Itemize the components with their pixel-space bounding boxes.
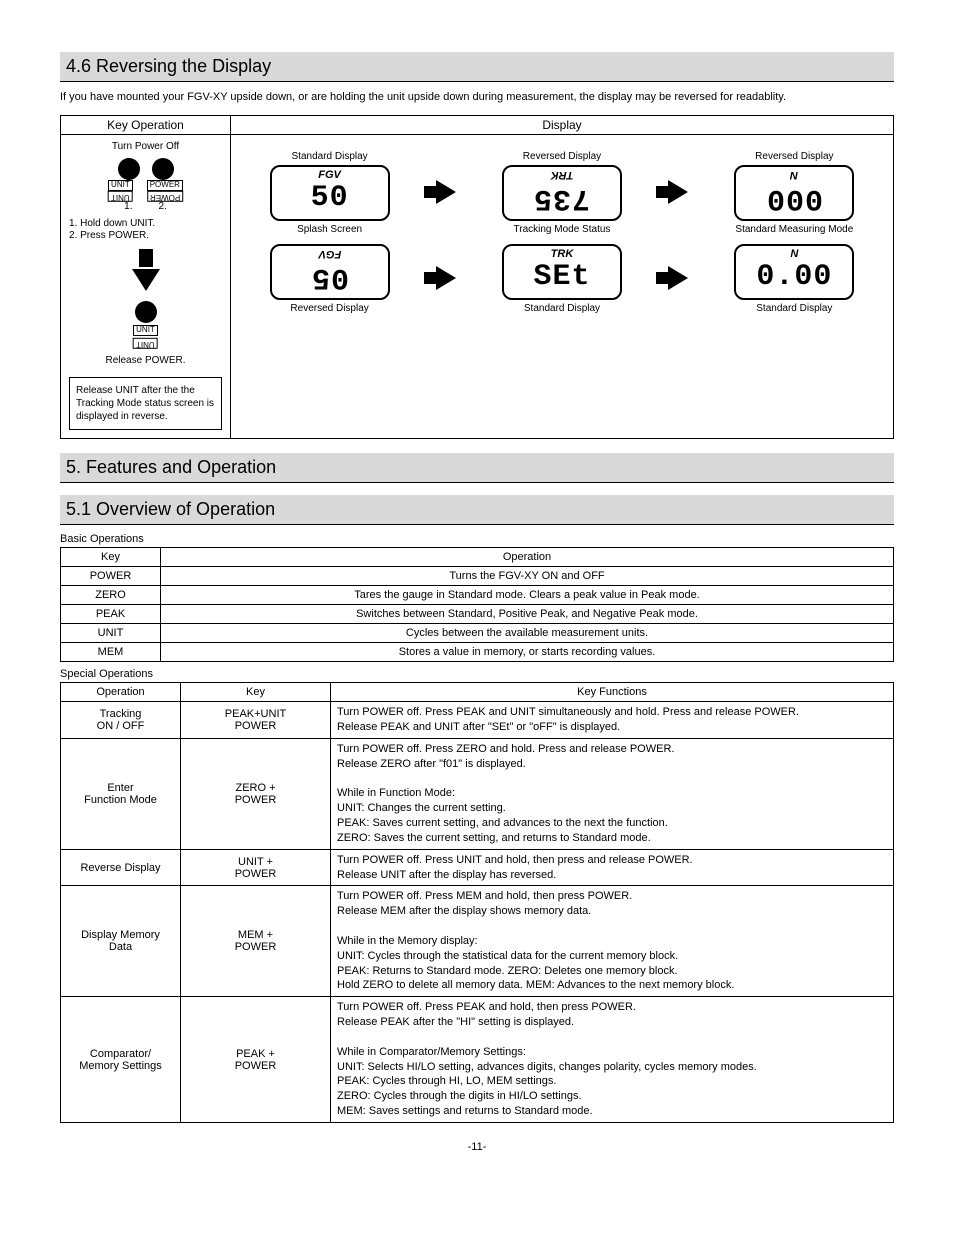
lcd-r2a-val: 05 [311, 262, 349, 292]
power-label-rev: POWER [147, 191, 183, 202]
basic-ops-table: Key Operation POWERTurns the FGV-XY ON a… [60, 547, 894, 662]
lcd-r2a-sup: FGV [272, 248, 388, 260]
heading-4-6: 4.6 Reversing the Display [60, 52, 894, 82]
arrow-down-stem [139, 249, 153, 267]
r2a-bot: Reversed Display [255, 303, 405, 314]
unit-label: UNIT [108, 180, 133, 191]
step1: 1. Hold down UNIT. [69, 218, 222, 231]
arrow-down-icon [132, 269, 160, 291]
step2: 2. Press POWER. [69, 230, 222, 243]
table-row: PEAK +POWER [181, 997, 331, 1123]
r1b-bot: Tracking Mode Status [487, 224, 637, 235]
th-op: Operation [161, 548, 894, 567]
lcd-r2a: FGV 05 [270, 244, 390, 300]
th-sfn: Key Functions [331, 683, 894, 702]
table-row: ZERO +POWER [181, 738, 331, 849]
table-row: PEAK [61, 605, 161, 624]
arrow-right-icon [668, 180, 688, 204]
r2b-bot: Standard Display [487, 303, 637, 314]
arrow-right-icon [436, 266, 456, 290]
table-row: Stores a value in memory, or starts reco… [161, 643, 894, 662]
r1b-top: Reversed Display [487, 151, 637, 162]
table-row: EnterFunction Mode [61, 738, 181, 849]
table-row: MEM [61, 643, 161, 662]
lcd-r1b: TRK 735 [502, 165, 622, 221]
keyop-head: Key Operation [61, 116, 230, 135]
th-skey: Key [181, 683, 331, 702]
lcd-r2c-val: 0.00 [756, 262, 832, 292]
table-row: MEM +POWER [181, 886, 331, 997]
page-number: -11- [60, 1141, 894, 1153]
table-row: TrackingON / OFF [61, 702, 181, 739]
table-row: Turn POWER off. Press UNIT and hold, the… [331, 849, 894, 886]
diagram-reversing: Key Operation Turn Power Off UNIT POWER … [60, 115, 894, 439]
table-row: Turn POWER off. Press ZERO and hold. Pre… [331, 738, 894, 849]
table-row: UNIT +POWER [181, 849, 331, 886]
lcd-r1b-val: 735 [533, 183, 590, 213]
lcd-r1a-sup: FGV [272, 169, 388, 181]
intro-4-6: If you have mounted your FGV-XY upside d… [60, 90, 894, 105]
unit-label-2rev: UNIT [133, 338, 158, 349]
power-label: POWER [147, 180, 183, 191]
table-row: UNIT [61, 624, 161, 643]
r1c-top: Reversed Display [719, 151, 869, 162]
turn-off: Turn Power Off [69, 141, 222, 154]
table-row: Switches between Standard, Positive Peak… [161, 605, 894, 624]
th-key: Key [61, 548, 161, 567]
r2c-bot: Standard Display [719, 303, 869, 314]
r1c-bot: Standard Measuring Mode [719, 224, 869, 235]
lcd-r2c-sup: N [736, 248, 852, 260]
arrow-right-icon [668, 266, 688, 290]
lcd-r1c-sup: N [736, 169, 852, 181]
lcd-r2b-sup: TRK [504, 248, 620, 260]
unit-label-2: UNIT [133, 325, 158, 336]
r1a-top: Standard Display [255, 151, 405, 162]
table-row: Tares the gauge in Standard mode. Clears… [161, 586, 894, 605]
arrow-right-icon [436, 180, 456, 204]
th-sop: Operation [61, 683, 181, 702]
lcd-r1a: FGV 50 [270, 165, 390, 221]
table-row: Comparator/Memory Settings [61, 997, 181, 1123]
heading-5-1: 5.1 Overview of Operation [60, 495, 894, 525]
lcd-r1a-val: 50 [311, 183, 349, 213]
special-ops-table: Operation Key Key Functions TrackingON /… [60, 682, 894, 1123]
table-row: Turn POWER off. Press PEAK and hold, the… [331, 997, 894, 1123]
basic-title: Basic Operations [60, 533, 894, 545]
lcd-r1c-val: 000 [766, 183, 823, 213]
heading-5: 5. Features and Operation [60, 453, 894, 483]
special-title: Special Operations [60, 668, 894, 680]
lcd-r1c: N 000 [734, 165, 854, 221]
r1a-bot: Splash Screen [255, 224, 405, 235]
gauge-icon-bottom: UNIT UNIT [101, 301, 191, 349]
num2: 2. [159, 201, 167, 214]
table-row: Cycles between the available measurement… [161, 624, 894, 643]
lcd-r2b: TRK SEt [502, 244, 622, 300]
table-row: Reverse Display [61, 849, 181, 886]
num1: 1. [124, 201, 132, 214]
release-power: Release POWER. [69, 355, 222, 368]
table-row: Display MemoryData [61, 886, 181, 997]
display-head: Display [231, 116, 893, 135]
table-row: Turn POWER off. Press MEM and hold, then… [331, 886, 894, 997]
release-note: Release UNIT after the the Tracking Mode… [69, 377, 222, 430]
table-row: Turn POWER off. Press PEAK and UNIT simu… [331, 702, 894, 739]
table-row: ZERO [61, 586, 161, 605]
unit-label-rev: UNIT [108, 191, 133, 202]
table-row: PEAK+UNITPOWER [181, 702, 331, 739]
table-row: Turns the FGV-XY ON and OFF [161, 567, 894, 586]
lcd-r2b-val: SEt [533, 262, 590, 292]
lcd-r1b-sup: TRK [504, 169, 620, 181]
table-row: POWER [61, 567, 161, 586]
gauge-icon-top: UNIT POWER UNIT POWER 1. 2. [101, 158, 191, 214]
lcd-r2c: N 0.00 [734, 244, 854, 300]
